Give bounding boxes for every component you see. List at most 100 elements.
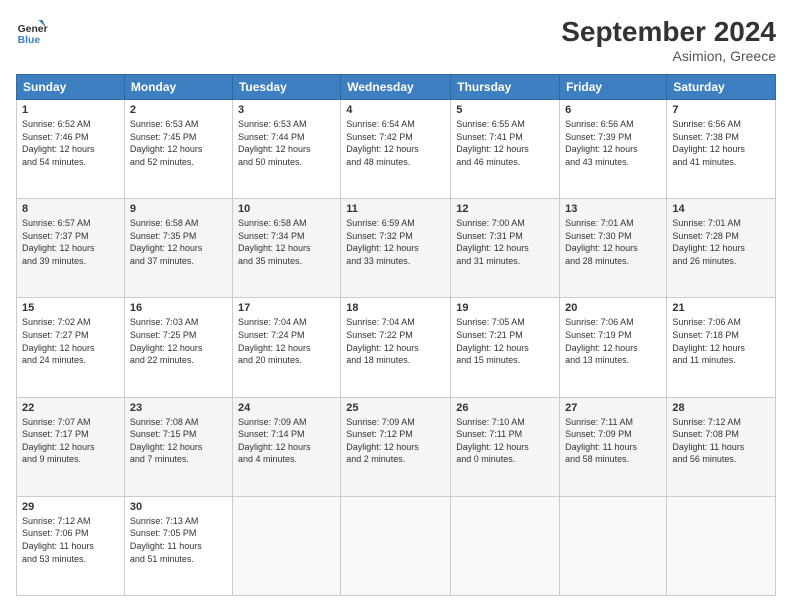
day-info: Sunrise: 6:57 AM Sunset: 7:37 PM Dayligh… xyxy=(22,217,119,267)
day-info: Sunrise: 7:12 AM Sunset: 7:08 PM Dayligh… xyxy=(672,416,770,466)
calendar-cell xyxy=(560,496,667,595)
calendar-cell: 10Sunrise: 6:58 AM Sunset: 7:34 PM Dayli… xyxy=(232,199,340,298)
calendar-cell: 22 Sunrise: 7:07 AM Sunset: 7:17 PM Dayli… xyxy=(17,397,125,496)
day-info: Sunrise: 7:06 AM Sunset: 7:19 PM Dayligh… xyxy=(565,316,661,366)
day-info: Sunrise: 7:00 AM Sunset: 7:31 PM Dayligh… xyxy=(456,217,554,267)
day-info: Sunrise: 6:55 AM Sunset: 7:41 PM Dayligh… xyxy=(456,118,554,168)
calendar-cell: 12 Sunrise: 7:00 AM Sunset: 7:31 PM Dayli… xyxy=(451,199,560,298)
day-info: Sunrise: 7:12 AM Sunset: 7:06 PM Dayligh… xyxy=(22,515,119,565)
day-info: Sunrise: 6:56 AM Sunset: 7:38 PM Dayligh… xyxy=(672,118,770,168)
day-info: Sunrise: 6:58 AM Sunset: 7:34 PM Dayligh… xyxy=(238,217,335,267)
calendar-cell: 26 Sunrise: 7:10 AM Sunset: 7:11 PM Dayli… xyxy=(451,397,560,496)
calendar-week-1: 1 Sunrise: 6:52 AM Sunset: 7:46 PM Daylig… xyxy=(17,100,776,199)
calendar-cell: 15 Sunrise: 7:02 AM Sunset: 7:27 PM Dayli… xyxy=(17,298,125,397)
day-number: 13 xyxy=(565,203,661,215)
weekday-header-friday: Friday xyxy=(560,75,667,100)
day-info: Sunrise: 7:07 AM Sunset: 7:17 PM Dayligh… xyxy=(22,416,119,466)
calendar-page: General Blue September 2024 Asimion, Gre… xyxy=(0,0,792,612)
day-number: 29 xyxy=(22,501,119,513)
day-info: Sunrise: 7:08 AM Sunset: 7:15 PM Dayligh… xyxy=(130,416,227,466)
location: Asimion, Greece xyxy=(561,48,776,64)
calendar-cell: 27 Sunrise: 7:11 AM Sunset: 7:09 PM Dayli… xyxy=(560,397,667,496)
weekday-header-sunday: Sunday xyxy=(17,75,125,100)
day-info: Sunrise: 7:10 AM Sunset: 7:11 PM Dayligh… xyxy=(456,416,554,466)
day-number: 7 xyxy=(672,104,770,116)
day-number: 30 xyxy=(130,501,227,513)
calendar-cell: 23 Sunrise: 7:08 AM Sunset: 7:15 PM Dayli… xyxy=(124,397,232,496)
day-info: Sunrise: 7:11 AM Sunset: 7:09 PM Dayligh… xyxy=(565,416,661,466)
day-number: 5 xyxy=(456,104,554,116)
logo-icon: General Blue xyxy=(16,16,48,48)
calendar-cell: 6Sunrise: 6:56 AM Sunset: 7:39 PM Daylig… xyxy=(560,100,667,199)
day-number: 24 xyxy=(238,402,335,414)
day-number: 19 xyxy=(456,302,554,314)
calendar-cell: 7 Sunrise: 6:56 AM Sunset: 7:38 PM Daylig… xyxy=(667,100,776,199)
day-number: 4 xyxy=(346,104,445,116)
calendar-cell: 28 Sunrise: 7:12 AM Sunset: 7:08 PM Dayli… xyxy=(667,397,776,496)
calendar-cell: 17Sunrise: 7:04 AM Sunset: 7:24 PM Dayli… xyxy=(232,298,340,397)
day-number: 20 xyxy=(565,302,661,314)
calendar-cell xyxy=(667,496,776,595)
calendar-cell: 5 Sunrise: 6:55 AM Sunset: 7:41 PM Daylig… xyxy=(451,100,560,199)
day-info: Sunrise: 7:06 AM Sunset: 7:18 PM Dayligh… xyxy=(672,316,770,366)
day-number: 23 xyxy=(130,402,227,414)
day-info: Sunrise: 6:53 AM Sunset: 7:44 PM Dayligh… xyxy=(238,118,335,168)
weekday-header-thursday: Thursday xyxy=(451,75,560,100)
calendar-cell: 24 Sunrise: 7:09 AM Sunset: 7:14 PM Dayli… xyxy=(232,397,340,496)
calendar-week-3: 15 Sunrise: 7:02 AM Sunset: 7:27 PM Dayli… xyxy=(17,298,776,397)
day-number: 14 xyxy=(672,203,770,215)
logo: General Blue xyxy=(16,16,48,48)
day-number: 28 xyxy=(672,402,770,414)
day-info: Sunrise: 7:09 AM Sunset: 7:14 PM Dayligh… xyxy=(238,416,335,466)
header: General Blue September 2024 Asimion, Gre… xyxy=(16,16,776,64)
day-number: 9 xyxy=(130,203,227,215)
day-number: 12 xyxy=(456,203,554,215)
day-number: 27 xyxy=(565,402,661,414)
day-info: Sunrise: 7:01 AM Sunset: 7:28 PM Dayligh… xyxy=(672,217,770,267)
day-number: 22 xyxy=(22,402,119,414)
day-info: Sunrise: 6:53 AM Sunset: 7:45 PM Dayligh… xyxy=(130,118,227,168)
calendar-cell: 25 Sunrise: 7:09 AM Sunset: 7:12 PM Dayli… xyxy=(341,397,451,496)
calendar-week-5: 29 Sunrise: 7:12 AM Sunset: 7:06 PM Dayli… xyxy=(17,496,776,595)
day-info: Sunrise: 7:13 AM Sunset: 7:05 PM Dayligh… xyxy=(130,515,227,565)
day-info: Sunrise: 7:02 AM Sunset: 7:27 PM Dayligh… xyxy=(22,316,119,366)
day-number: 8 xyxy=(22,203,119,215)
calendar-cell: 16Sunrise: 7:03 AM Sunset: 7:25 PM Dayli… xyxy=(124,298,232,397)
day-info: Sunrise: 6:52 AM Sunset: 7:46 PM Dayligh… xyxy=(22,118,119,168)
day-number: 26 xyxy=(456,402,554,414)
weekday-header-saturday: Saturday xyxy=(667,75,776,100)
day-info: Sunrise: 6:56 AM Sunset: 7:39 PM Dayligh… xyxy=(565,118,661,168)
calendar-cell: 2 Sunrise: 6:53 AM Sunset: 7:45 PM Daylig… xyxy=(124,100,232,199)
day-number: 25 xyxy=(346,402,445,414)
calendar-cell: 13Sunrise: 7:01 AM Sunset: 7:30 PM Dayli… xyxy=(560,199,667,298)
day-info: Sunrise: 7:04 AM Sunset: 7:24 PM Dayligh… xyxy=(238,316,335,366)
day-info: Sunrise: 6:58 AM Sunset: 7:35 PM Dayligh… xyxy=(130,217,227,267)
calendar-cell: 4 Sunrise: 6:54 AM Sunset: 7:42 PM Daylig… xyxy=(341,100,451,199)
day-number: 21 xyxy=(672,302,770,314)
weekday-header-wednesday: Wednesday xyxy=(341,75,451,100)
calendar-cell xyxy=(451,496,560,595)
calendar-cell xyxy=(341,496,451,595)
day-number: 15 xyxy=(22,302,119,314)
day-info: Sunrise: 7:04 AM Sunset: 7:22 PM Dayligh… xyxy=(346,316,445,366)
day-number: 18 xyxy=(346,302,445,314)
day-info: Sunrise: 6:54 AM Sunset: 7:42 PM Dayligh… xyxy=(346,118,445,168)
day-number: 3 xyxy=(238,104,335,116)
calendar-cell: 18 Sunrise: 7:04 AM Sunset: 7:22 PM Dayli… xyxy=(341,298,451,397)
calendar-cell: 8 Sunrise: 6:57 AM Sunset: 7:37 PM Daylig… xyxy=(17,199,125,298)
calendar-cell: 19Sunrise: 7:05 AM Sunset: 7:21 PM Dayli… xyxy=(451,298,560,397)
svg-text:Blue: Blue xyxy=(18,35,41,46)
calendar-cell: 11Sunrise: 6:59 AM Sunset: 7:32 PM Dayli… xyxy=(341,199,451,298)
day-info: Sunrise: 7:09 AM Sunset: 7:12 PM Dayligh… xyxy=(346,416,445,466)
calendar-week-4: 22 Sunrise: 7:07 AM Sunset: 7:17 PM Dayli… xyxy=(17,397,776,496)
calendar-cell: 29 Sunrise: 7:12 AM Sunset: 7:06 PM Dayli… xyxy=(17,496,125,595)
title-block: September 2024 Asimion, Greece xyxy=(561,16,776,64)
calendar-cell: 30 Sunrise: 7:13 AM Sunset: 7:05 PM Dayli… xyxy=(124,496,232,595)
day-number: 1 xyxy=(22,104,119,116)
calendar-cell: 3 Sunrise: 6:53 AM Sunset: 7:44 PM Daylig… xyxy=(232,100,340,199)
calendar-cell: 21 Sunrise: 7:06 AM Sunset: 7:18 PM Dayli… xyxy=(667,298,776,397)
day-number: 11 xyxy=(346,203,445,215)
weekday-header-tuesday: Tuesday xyxy=(232,75,340,100)
calendar-cell: 14 Sunrise: 7:01 AM Sunset: 7:28 PM Dayli… xyxy=(667,199,776,298)
day-number: 2 xyxy=(130,104,227,116)
